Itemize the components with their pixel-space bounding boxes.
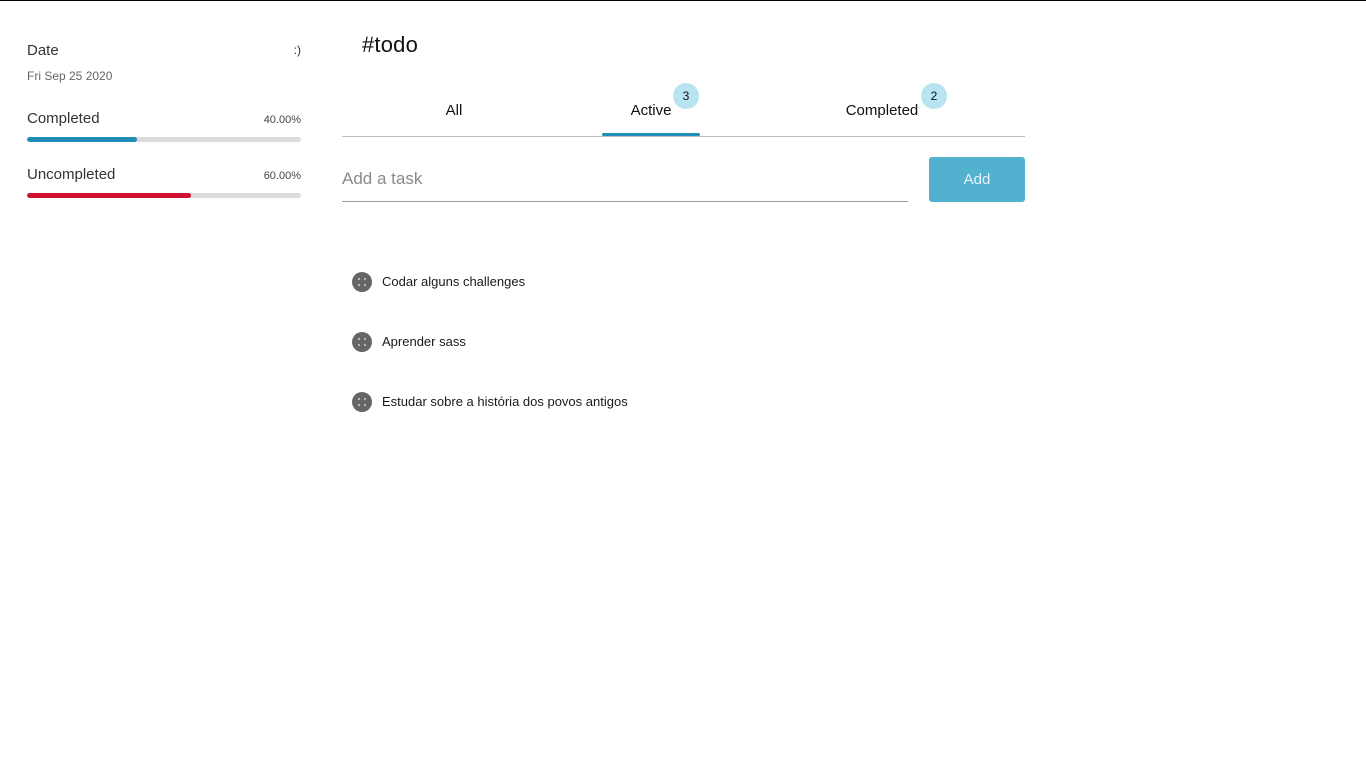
uncompleted-stat: Uncompleted 60.00%	[27, 166, 301, 198]
completed-progress-fill	[27, 137, 137, 142]
date-label: Date	[27, 41, 59, 59]
sidebar: Date :) Fri Sep 25 2020 Completed 40.00%…	[27, 40, 301, 198]
date-row: Date :)	[27, 40, 301, 60]
tab-completed-label: Completed	[845, 102, 919, 119]
uncompleted-percent: 60.00%	[263, 170, 301, 182]
task-text: Codar alguns challenges	[382, 274, 526, 289]
add-button[interactable]: Add	[929, 157, 1025, 202]
top-border	[0, 0, 1366, 1]
task-text: Estudar sobre a história dos povos antig…	[382, 394, 628, 409]
uncompleted-progress-track	[27, 193, 301, 198]
completed-label: Completed	[27, 110, 100, 127]
active-tab-indicator	[602, 133, 700, 136]
task-checkbox-icon[interactable]	[352, 332, 372, 352]
task-item: Estudar sobre a história dos povos antig…	[352, 391, 1025, 451]
task-text: Aprender sass	[382, 334, 466, 349]
tab-all[interactable]: All	[394, 85, 514, 136]
task-item: Aprender sass	[352, 331, 1025, 391]
add-task-form: Add	[342, 157, 1025, 203]
task-item: Codar alguns challenges	[352, 271, 1025, 331]
completed-progress-track	[27, 137, 301, 142]
smiley-text: :)	[293, 43, 301, 57]
active-count-badge: 3	[673, 83, 699, 109]
filter-tabs: All Active Completed 3 2	[342, 83, 1025, 137]
completed-percent: 40.00%	[263, 114, 301, 126]
task-checkbox-icon[interactable]	[352, 272, 372, 292]
uncompleted-label: Uncompleted	[27, 166, 116, 183]
current-date: Fri Sep 25 2020	[27, 69, 113, 83]
uncompleted-progress-fill	[27, 193, 192, 198]
task-checkbox-icon[interactable]	[352, 392, 372, 412]
tab-all-label: All	[445, 102, 463, 119]
task-list: Codar alguns challenges Aprender sass Es…	[352, 271, 1025, 451]
completed-count-badge: 2	[921, 83, 947, 109]
completed-stat: Completed 40.00%	[27, 110, 301, 142]
tab-active-label: Active	[630, 102, 672, 119]
task-input[interactable]	[342, 157, 908, 202]
app-title: #todo	[362, 32, 419, 57]
